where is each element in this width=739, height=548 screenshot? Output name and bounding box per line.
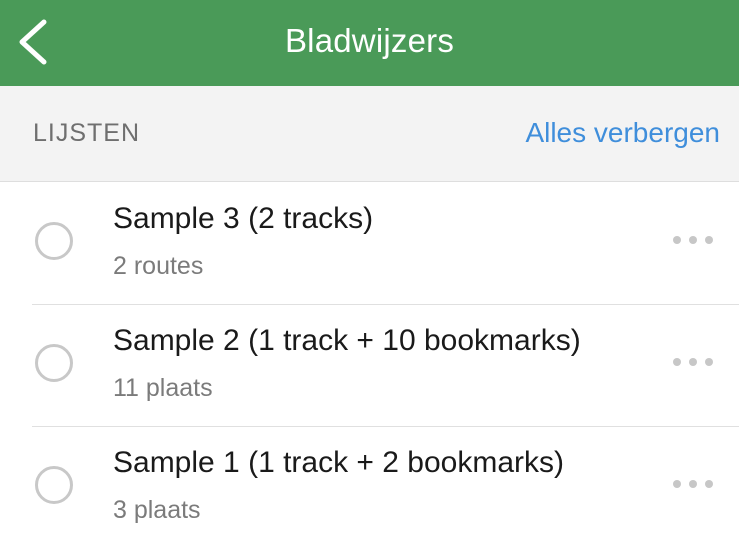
page-title: Bladwijzers xyxy=(284,22,455,59)
visibility-radio[interactable] xyxy=(35,222,73,260)
more-options-icon[interactable] xyxy=(671,472,715,496)
section-header: LIJSTEN Alles verbergen xyxy=(0,86,739,182)
visibility-radio[interactable] xyxy=(35,344,73,382)
list-item[interactable]: Sample 1 (1 track + 2 bookmarks) 3 plaat… xyxy=(0,426,739,548)
more-options-icon[interactable] xyxy=(671,228,715,252)
list-item-subtitle: 2 routes xyxy=(113,252,204,280)
list-item-title: Sample 3 (2 tracks) xyxy=(113,202,374,235)
navigation-bar: Bladwijzers xyxy=(0,0,739,86)
bookmark-lists: Sample 3 (2 tracks) 2 routes Sample 2 (1… xyxy=(0,182,739,548)
list-item[interactable]: Sample 3 (2 tracks) 2 routes xyxy=(0,182,739,304)
list-item-title: Sample 2 (1 track + 10 bookmarks) xyxy=(113,324,581,357)
visibility-radio[interactable] xyxy=(35,466,73,504)
list-item[interactable]: Sample 2 (1 track + 10 bookmarks) 11 pla… xyxy=(0,304,739,426)
more-options-icon[interactable] xyxy=(671,350,715,374)
section-title: LIJSTEN xyxy=(33,119,141,147)
list-item-subtitle: 11 plaats xyxy=(113,374,213,402)
list-item-title: Sample 1 (1 track + 2 bookmarks) xyxy=(113,446,565,479)
list-item-subtitle: 3 plaats xyxy=(113,496,201,524)
hide-all-button[interactable]: Alles verbergen xyxy=(525,117,720,149)
